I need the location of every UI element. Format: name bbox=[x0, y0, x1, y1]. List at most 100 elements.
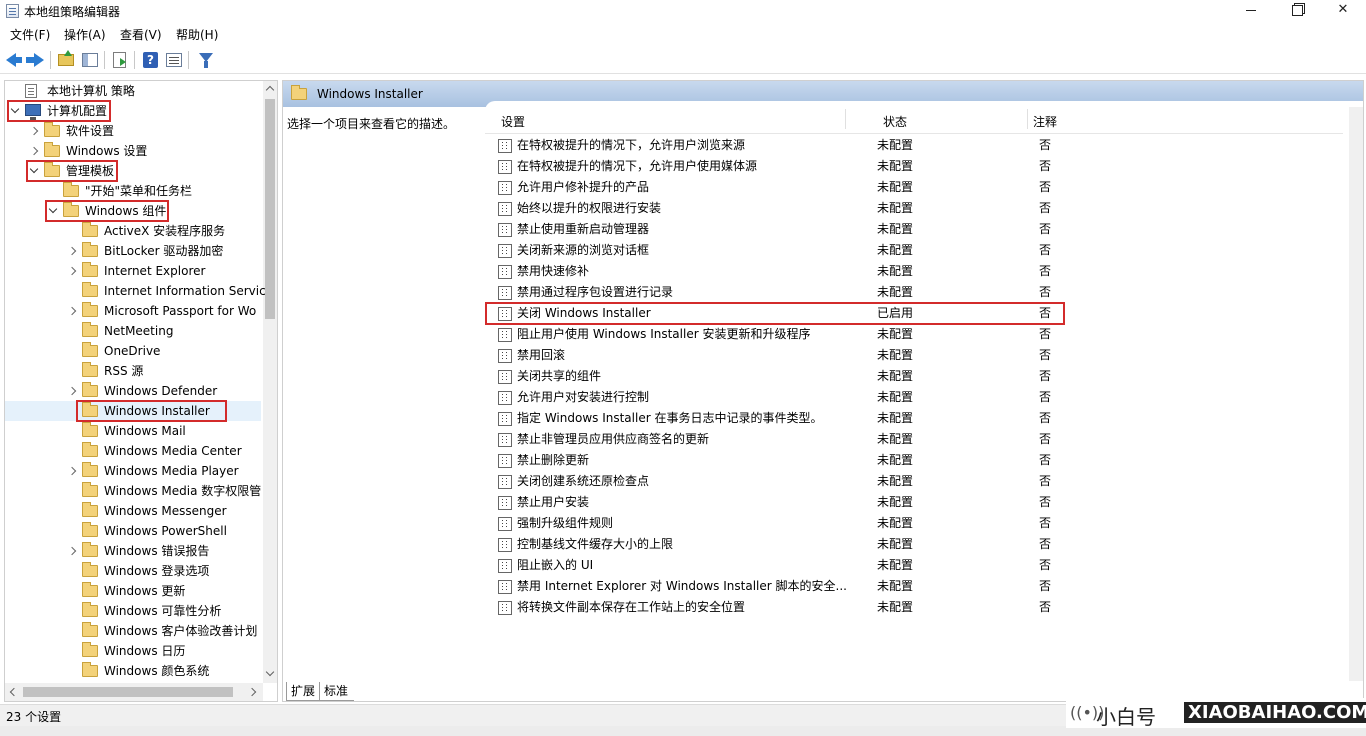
details-vertical-scrollbar[interactable] bbox=[1349, 107, 1363, 681]
tree-vertical-scrollbar[interactable] bbox=[263, 81, 277, 683]
table-row[interactable]: 关闭共享的组件 未配置 否 bbox=[485, 366, 1343, 387]
column-header-note[interactable]: 注释 bbox=[1033, 113, 1057, 130]
forward-arrow-icon[interactable] bbox=[26, 50, 46, 70]
folder-icon bbox=[82, 562, 98, 577]
tree-item[interactable]: Windows Messenger bbox=[5, 501, 261, 521]
menu-help[interactable]: 帮助(H) bbox=[176, 26, 218, 43]
table-row[interactable]: 禁止用户安装 未配置 否 bbox=[485, 492, 1343, 513]
tree-item[interactable]: Microsoft Passport for Wo bbox=[5, 301, 261, 321]
tree-item[interactable]: Windows 客户体验改善计划 bbox=[5, 621, 261, 641]
close-button[interactable]: ✕ bbox=[1320, 0, 1366, 22]
tree-item[interactable]: Windows 颜色系统 bbox=[5, 661, 261, 681]
table-row[interactable]: 允许用户对安装进行控制 未配置 否 bbox=[485, 387, 1343, 408]
table-row[interactable]: 禁止使用重新启动管理器 未配置 否 bbox=[485, 219, 1343, 240]
minimize-button[interactable] bbox=[1228, 0, 1274, 22]
setting-note: 否 bbox=[1039, 138, 1052, 152]
table-row[interactable]: 禁用快速修补 未配置 否 bbox=[485, 261, 1343, 282]
chevron-right-icon[interactable] bbox=[28, 121, 40, 141]
column-header-setting[interactable]: 设置 bbox=[501, 113, 525, 130]
tree-item[interactable]: NetMeeting bbox=[5, 321, 261, 341]
table-row[interactable]: 允许用户修补提升的产品 未配置 否 bbox=[485, 177, 1343, 198]
tree-item[interactable]: Windows 更新 bbox=[5, 581, 261, 601]
menu-view[interactable]: 查看(V) bbox=[120, 26, 162, 43]
tree-horizontal-scrollbar[interactable] bbox=[5, 683, 263, 701]
export-icon[interactable] bbox=[110, 50, 130, 70]
tree-item[interactable]: 软件设置 bbox=[5, 121, 261, 141]
table-row[interactable]: 阻止嵌入的 UI 未配置 否 bbox=[485, 555, 1343, 576]
table-row[interactable]: 将转换文件副本保存在工作站上的安全位置 未配置 否 bbox=[485, 597, 1343, 618]
show-hide-tree-icon[interactable] bbox=[80, 50, 100, 70]
filter-icon[interactable] bbox=[196, 50, 216, 70]
menu-action[interactable]: 操作(A) bbox=[64, 26, 106, 43]
table-row[interactable]: 禁用通过程序包设置进行记录 未配置 否 bbox=[485, 282, 1343, 303]
watermark: ((•)) 小白号 XIAOBAIHAO.COM bbox=[1066, 698, 1366, 729]
tab-extended[interactable]: 扩展 bbox=[286, 682, 320, 701]
tree-item-label: RSS 源 bbox=[104, 364, 144, 378]
tree-item[interactable]: Windows 登录选项 bbox=[5, 561, 261, 581]
table-row[interactable]: 始终以提升的权限进行安装 未配置 否 bbox=[485, 198, 1343, 219]
tree-item-label: Windows Messenger bbox=[104, 504, 227, 518]
tree-item[interactable]: Windows 设置 bbox=[5, 141, 261, 161]
tree-item[interactable]: Windows Media Player bbox=[5, 461, 261, 481]
folder-up-icon[interactable] bbox=[56, 50, 76, 70]
details-header-title: Windows Installer bbox=[317, 87, 423, 101]
chevron-right-icon[interactable] bbox=[66, 241, 78, 261]
tree-item[interactable]: Windows 错误报告 bbox=[5, 541, 261, 561]
chevron-right-icon[interactable] bbox=[66, 381, 78, 401]
chevron-right-icon[interactable] bbox=[66, 301, 78, 321]
help-icon[interactable]: ? bbox=[140, 50, 160, 70]
tree-item[interactable]: Windows Media 数字权限管 bbox=[5, 481, 261, 501]
tree-item[interactable]: Windows Mail bbox=[5, 421, 261, 441]
setting-state: 未配置 bbox=[877, 201, 914, 215]
back-arrow-icon[interactable] bbox=[4, 50, 24, 70]
table-row[interactable]: 禁止删除更新 未配置 否 bbox=[485, 450, 1343, 471]
chevron-right-icon[interactable] bbox=[66, 541, 78, 561]
tree-item[interactable]: Internet Explorer bbox=[5, 261, 261, 281]
scroll-down-icon[interactable] bbox=[263, 667, 277, 681]
tab-standard[interactable]: 标准 bbox=[320, 682, 354, 701]
table-row[interactable]: 关闭创建系统还原检查点 未配置 否 bbox=[485, 471, 1343, 492]
tree-item[interactable]: Internet Information Servic bbox=[5, 281, 266, 301]
chevron-right-icon[interactable] bbox=[28, 141, 40, 161]
tree-item[interactable]: Windows 可靠性分析 bbox=[5, 601, 261, 621]
table-row[interactable]: 关闭新来源的浏览对话框 未配置 否 bbox=[485, 240, 1343, 261]
table-row[interactable]: 强制升级组件规则 未配置 否 bbox=[485, 513, 1343, 534]
tree-item[interactable]: BitLocker 驱动器加密 bbox=[5, 241, 261, 261]
tree-item[interactable]: "开始"菜单和任务栏 bbox=[5, 181, 261, 201]
chevron-right-icon[interactable] bbox=[66, 461, 78, 481]
tree-pane[interactable]: 本地计算机 策略 计算机配置 软件设置 Windows 设置 管理模板 "开始"菜单和任务… bbox=[4, 80, 278, 702]
menu-file[interactable]: 文件(F) bbox=[10, 26, 50, 43]
table-row[interactable]: 禁止非管理员应用供应商签名的更新 未配置 否 bbox=[485, 429, 1343, 450]
column-separator[interactable] bbox=[845, 109, 846, 129]
table-row[interactable]: 在特权被提升的情况下，允许用户使用媒体源 未配置 否 bbox=[485, 156, 1343, 177]
tree-item[interactable]: RSS 源 bbox=[5, 361, 261, 381]
tree-item[interactable]: 本地计算机 策略 bbox=[5, 81, 261, 101]
tree-item-label: "开始"菜单和任务栏 bbox=[85, 184, 193, 198]
scroll-up-icon[interactable] bbox=[263, 81, 277, 95]
highlight-box bbox=[7, 100, 111, 122]
view-icon[interactable] bbox=[164, 50, 184, 70]
scroll-thumb[interactable] bbox=[265, 99, 275, 319]
table-row[interactable]: 控制基线文件缓存大小的上限 未配置 否 bbox=[485, 534, 1343, 555]
tree-item[interactable]: ActiveX 安装程序服务 bbox=[5, 221, 261, 241]
tree-item[interactable]: Windows Defender bbox=[5, 381, 261, 401]
table-row[interactable]: 指定 Windows Installer 在事务日志中记录的事件类型。 未配置 否 bbox=[485, 408, 1343, 429]
tree-item[interactable]: Windows PowerShell bbox=[5, 521, 261, 541]
tree-item[interactable]: Windows Media Center bbox=[5, 441, 261, 461]
tree-item[interactable]: Windows 日历 bbox=[5, 641, 261, 661]
table-row[interactable]: 禁用 Internet Explorer 对 Windows Installer… bbox=[485, 576, 1343, 597]
scroll-thumb[interactable] bbox=[23, 687, 233, 697]
folder-icon bbox=[44, 122, 60, 137]
setting-name: 禁用回滚 bbox=[517, 348, 566, 362]
table-row[interactable]: 阻止用户使用 Windows Installer 安装更新和升级程序 未配置 否 bbox=[485, 324, 1343, 345]
table-row[interactable]: 禁用回滚 未配置 否 bbox=[485, 345, 1343, 366]
policy-setting-icon bbox=[498, 391, 512, 405]
column-header-state[interactable]: 状态 bbox=[883, 113, 907, 130]
gpedit-app-icon bbox=[6, 4, 19, 18]
tree-item[interactable]: OneDrive bbox=[5, 341, 261, 361]
tree-item-label: Windows Defender bbox=[104, 384, 218, 398]
chevron-right-icon[interactable] bbox=[66, 261, 78, 281]
table-row[interactable]: 在特权被提升的情况下，允许用户浏览来源 未配置 否 bbox=[485, 135, 1343, 156]
column-separator[interactable] bbox=[1027, 109, 1028, 129]
restore-button[interactable] bbox=[1274, 0, 1320, 22]
